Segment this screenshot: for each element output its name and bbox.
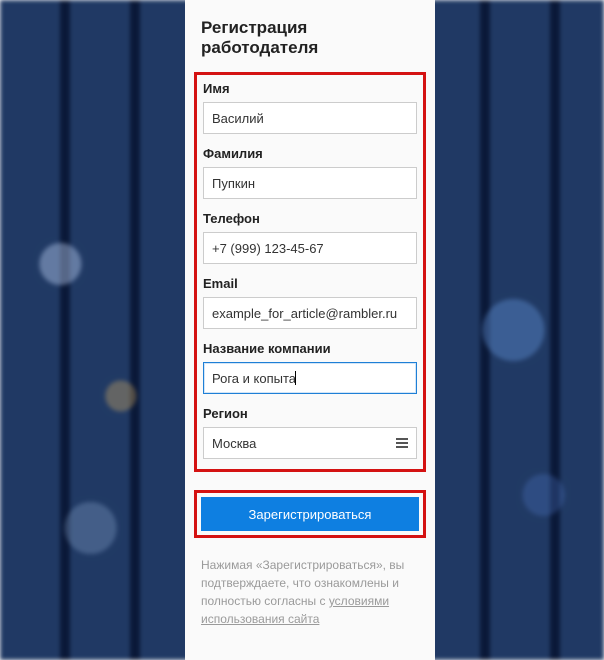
label-region: Регион [203,406,417,421]
page-title: Регистрация работодателя [201,18,419,58]
label-phone: Телефон [203,211,417,226]
select-region-value: Москва [212,436,256,451]
field-region: Регион Москва [203,406,417,459]
input-firstname[interactable] [203,102,417,134]
label-company: Название компании [203,341,417,356]
menu-icon [396,438,408,448]
label-lastname: Фамилия [203,146,417,161]
input-phone[interactable] [203,232,417,264]
field-email: Email [203,276,417,329]
label-email: Email [203,276,417,291]
input-company[interactable]: Рога и копыта [203,362,417,394]
field-firstname: Имя [203,81,417,134]
field-company: Название компании Рога и копыта [203,341,417,394]
fields-highlight-box: Имя Фамилия Телефон Email Название компа… [194,72,426,472]
select-region[interactable]: Москва [203,427,417,459]
disclaimer-text: Нажимая «Зарегистрироваться», вы подтвер… [201,556,419,628]
input-company-value: Рога и копыта [212,371,296,386]
input-lastname[interactable] [203,167,417,199]
submit-button[interactable]: Зарегистрироваться [201,497,419,531]
submit-highlight-box: Зарегистрироваться [194,490,426,538]
text-cursor [295,371,296,385]
field-phone: Телефон [203,211,417,264]
label-firstname: Имя [203,81,417,96]
registration-panel: Регистрация работодателя Имя Фамилия Тел… [185,0,435,660]
field-lastname: Фамилия [203,146,417,199]
input-email[interactable] [203,297,417,329]
